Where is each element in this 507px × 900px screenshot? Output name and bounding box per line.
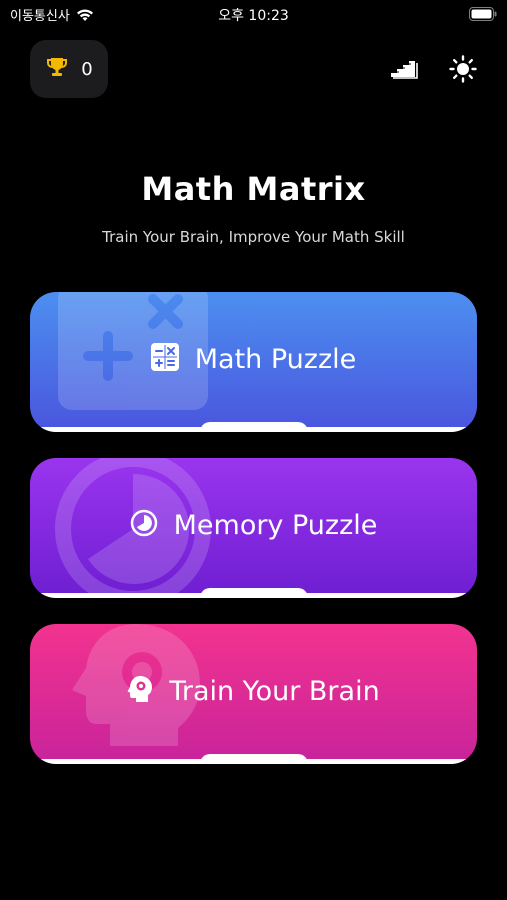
calculator-icon [150,343,179,375]
train-your-brain-label: Train Your Brain [169,675,380,707]
trophy-score-button[interactable]: 0 [30,40,108,98]
card-bottom-tab [200,422,308,432]
card-bottom-tab [200,588,308,598]
app-title: Math Matrix [141,170,366,208]
battery-icon [469,6,497,21]
memory-puzzle-button[interactable]: Memory Puzzle [30,458,477,598]
trophy-count: 0 [81,58,93,80]
math-puzzle-button[interactable]: Math Puzzle [30,292,477,432]
memory-puzzle-label: Memory Puzzle [173,509,378,541]
status-time: 오후 10:23 [218,8,289,24]
trophy-icon [45,55,69,83]
status-bar: 이동통신사 오후 10:23 [0,0,507,28]
math-puzzle-label: Math Puzzle [194,343,357,375]
sun-icon[interactable] [448,54,478,84]
card-bottom-tab [200,754,308,764]
brain-head-icon [127,675,153,707]
train-your-brain-button[interactable]: Train Your Brain [30,624,477,764]
stairs-icon[interactable] [389,54,419,84]
pie-timer-icon [130,509,158,541]
app-subtitle: Train Your Brain, Improve Your Math Skil… [102,228,405,246]
